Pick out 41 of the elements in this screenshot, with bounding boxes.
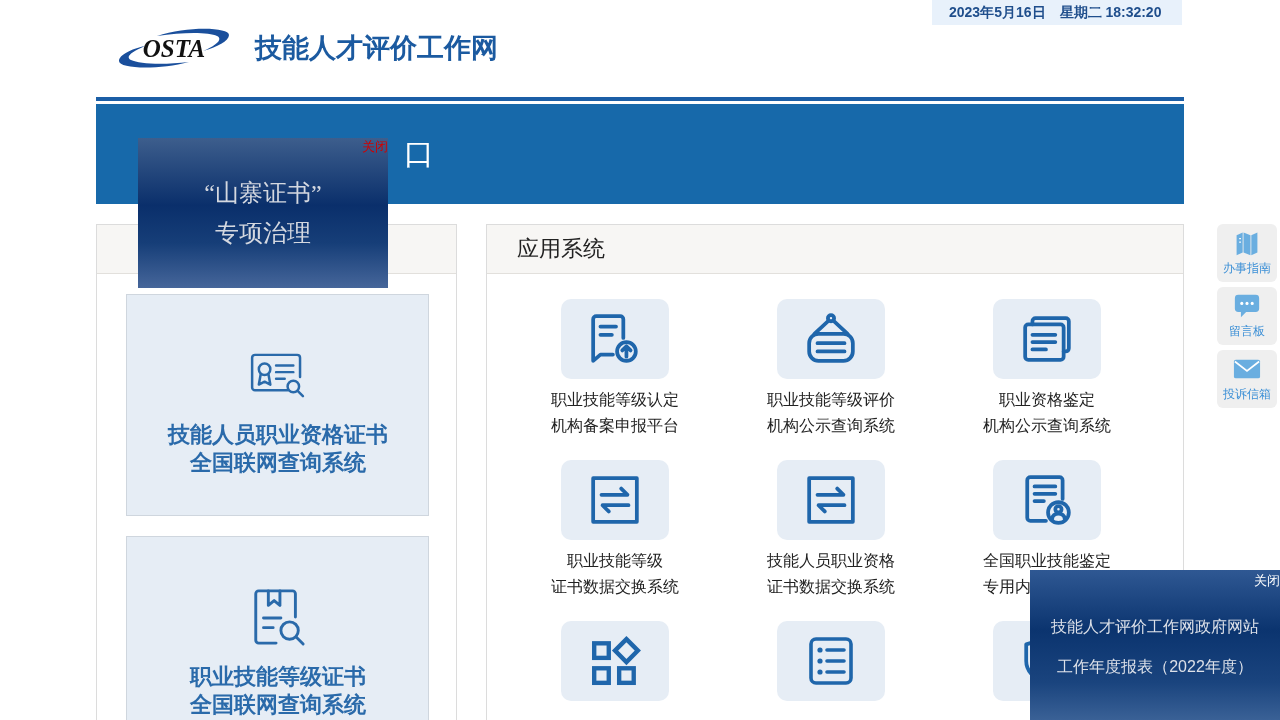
app-label[interactable]: 职业技能等级 <box>567 552 663 569</box>
popup-text: “山寨证书” 专项治理 <box>204 179 322 248</box>
app-tile[interactable] <box>993 299 1101 379</box>
app-tile[interactable] <box>777 621 885 701</box>
hanging-sign-icon <box>805 313 857 365</box>
notice-popup-dialog[interactable]: “山寨证书” 专项治理 关闭 <box>138 138 388 288</box>
app-label[interactable]: 机构公示查询系统 <box>767 417 895 434</box>
exchange-arrows-icon <box>805 474 857 526</box>
app-tile[interactable] <box>777 299 885 379</box>
close-button[interactable]: 关闭 <box>1254 573 1280 589</box>
site-title: 技能人才评价工作网 <box>255 32 498 65</box>
app-label[interactable]: 机构备案申报平台 <box>551 417 679 434</box>
app-label[interactable]: 机构公示查询系统 <box>983 417 1111 434</box>
chat-bubble-icon <box>1233 292 1261 319</box>
app-label[interactable]: 全国职业技能鉴定 <box>983 552 1111 569</box>
weekday-time-text: 星期二 18:32:20 <box>1059 3 1162 22</box>
notice-popup-dialog[interactable]: 技能人才评价工作网政府网站 工作年度报表（2022年度） 关闭 <box>1030 570 1280 720</box>
app-tile[interactable] <box>561 621 669 701</box>
squares-diamond-icon <box>589 635 641 687</box>
app-tile[interactable] <box>993 460 1101 540</box>
app-label[interactable]: 职业技能等级认定 <box>551 391 679 408</box>
app-label[interactable]: 专用内 <box>983 578 1031 595</box>
app-label[interactable]: 技能人员职业资格 <box>767 552 895 569</box>
app-tile[interactable] <box>777 460 885 540</box>
app-tile[interactable] <box>561 299 669 379</box>
certificate-search-icon <box>248 352 307 398</box>
date-text: 2023年5月16日 <box>949 3 1046 22</box>
upload-document-icon <box>589 313 641 365</box>
app-label[interactable]: 职业技能等级评价 <box>767 391 895 408</box>
app-tile[interactable] <box>561 460 669 540</box>
app-label[interactable]: 证书数据交换系统 <box>767 578 895 595</box>
exchange-arrows-icon <box>589 474 641 526</box>
documents-icon <box>1021 313 1073 365</box>
app-label[interactable]: 职业资格鉴定 <box>999 391 1095 408</box>
site-logo[interactable]: OSTA <box>117 27 231 69</box>
banner-title: 口 <box>404 135 434 172</box>
app-label[interactable]: 证书数据交换系统 <box>551 578 679 595</box>
query-card[interactable]: 技能人员职业资格证书 全国联网查询系统 <box>126 294 429 516</box>
panel-title: 应用系统 <box>517 235 605 263</box>
popup-text: 技能人才评价工作网政府网站 工作年度报表（2022年度） <box>1051 617 1259 677</box>
query-card[interactable]: 职业技能等级证书 全国联网查询系统 <box>126 536 429 720</box>
